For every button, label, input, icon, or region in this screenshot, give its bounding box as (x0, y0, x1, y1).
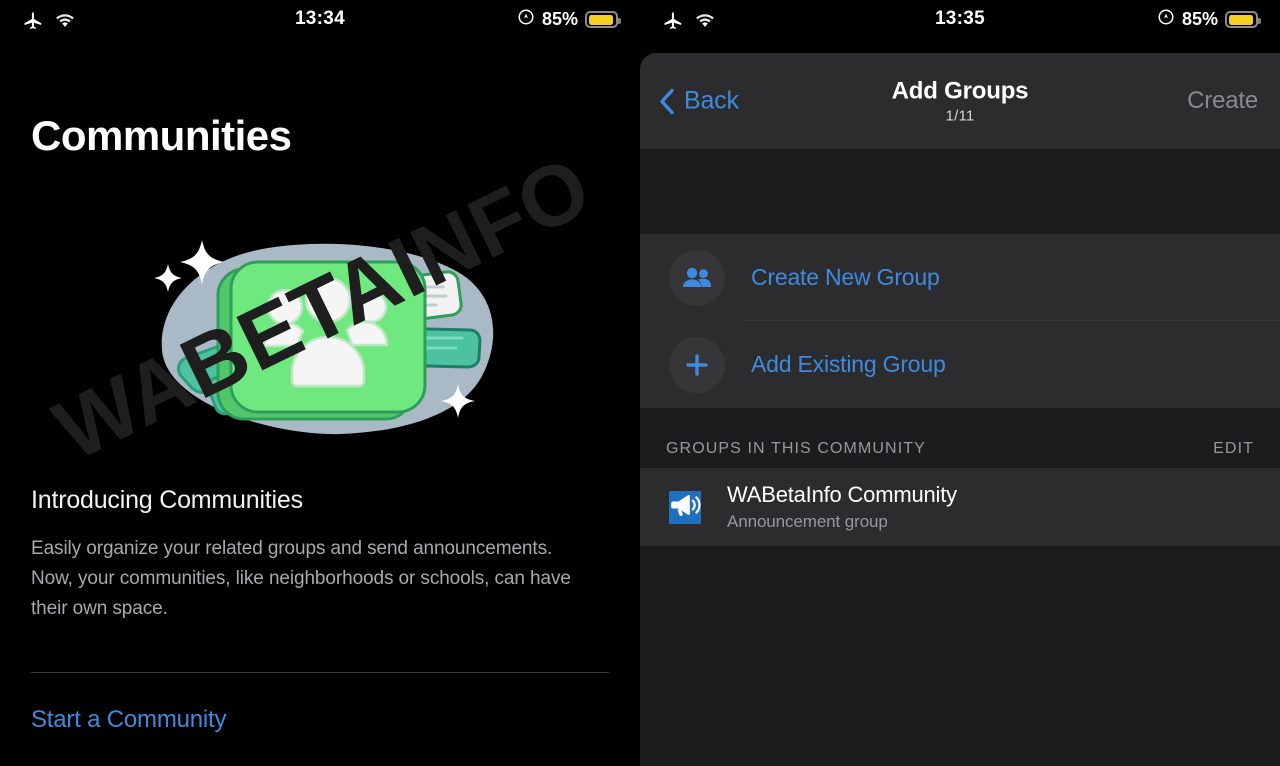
right-screen-add-groups: 13:35 85% Back Add Groups 1/11 Create Cr… (640, 0, 1280, 766)
navigation-bar: Back Add Groups 1/11 Create (640, 53, 1280, 149)
navbar-title: Add Groups (891, 77, 1029, 105)
battery-low-power-icon (1225, 11, 1261, 28)
plus-icon (669, 336, 725, 393)
intro-body-text: Easily organize your related groups and … (31, 538, 571, 619)
battery-percent-label: 85% (1181, 9, 1218, 29)
divider (31, 672, 609, 673)
start-a-community-link[interactable]: Start a Community (31, 706, 227, 734)
navbar-title-block: Add Groups 1/11 (640, 78, 1280, 125)
status-right-icons-right: 85% (1157, 8, 1261, 31)
status-right-icons: 85% (517, 8, 621, 31)
location-icon (517, 8, 535, 31)
group-item-title: WABetaInfo Community (727, 482, 957, 507)
empty-area (640, 546, 1280, 766)
create-new-group-row[interactable]: Create New Group (640, 234, 1280, 321)
add-existing-group-row[interactable]: Add Existing Group (640, 321, 1280, 408)
add-existing-group-label: Add Existing Group (751, 351, 946, 377)
page-title: Communities (31, 112, 292, 159)
group-list-item[interactable]: WABetaInfo Community Announcement group (640, 468, 1280, 546)
group-item-texts: WABetaInfo Community Announcement group (727, 482, 957, 532)
section-header-groups-in-community: GROUPS IN THIS COMMUNITY EDIT (640, 408, 1280, 468)
create-new-group-label: Create New Group (751, 264, 940, 290)
location-icon (1157, 8, 1175, 31)
status-bar-left: 13:34 85% (0, 0, 640, 40)
top-spacer (640, 149, 1280, 234)
add-groups-sheet: Back Add Groups 1/11 Create Create New G… (640, 53, 1280, 766)
actions-group: Create New Group Add Existing Group (640, 234, 1280, 408)
communities-illustration (140, 232, 500, 452)
status-bar-right: 13:35 85% (640, 0, 1280, 40)
battery-percent-label: 85% (541, 9, 578, 29)
left-screen-communities: 13:34 85% Communities WABETAINFO Introdu… (0, 0, 640, 766)
intro-heading: Introducing Communities (31, 486, 303, 514)
sheet-content: Create New Group Add Existing Group GROU… (640, 149, 1280, 766)
group-item-subtitle: Announcement group (727, 512, 888, 531)
dual-screenshot: 13:34 85% Communities WABETAINFO Introdu… (0, 0, 1280, 766)
two-people-icon (669, 249, 725, 306)
navbar-subtitle-count: 1/11 (945, 107, 975, 125)
megaphone-icon (669, 490, 701, 524)
battery-low-power-icon (585, 11, 621, 28)
section-header-label: GROUPS IN THIS COMMUNITY (666, 440, 926, 457)
edit-button[interactable]: EDIT (1213, 440, 1254, 458)
create-button[interactable]: Create (1187, 87, 1258, 115)
